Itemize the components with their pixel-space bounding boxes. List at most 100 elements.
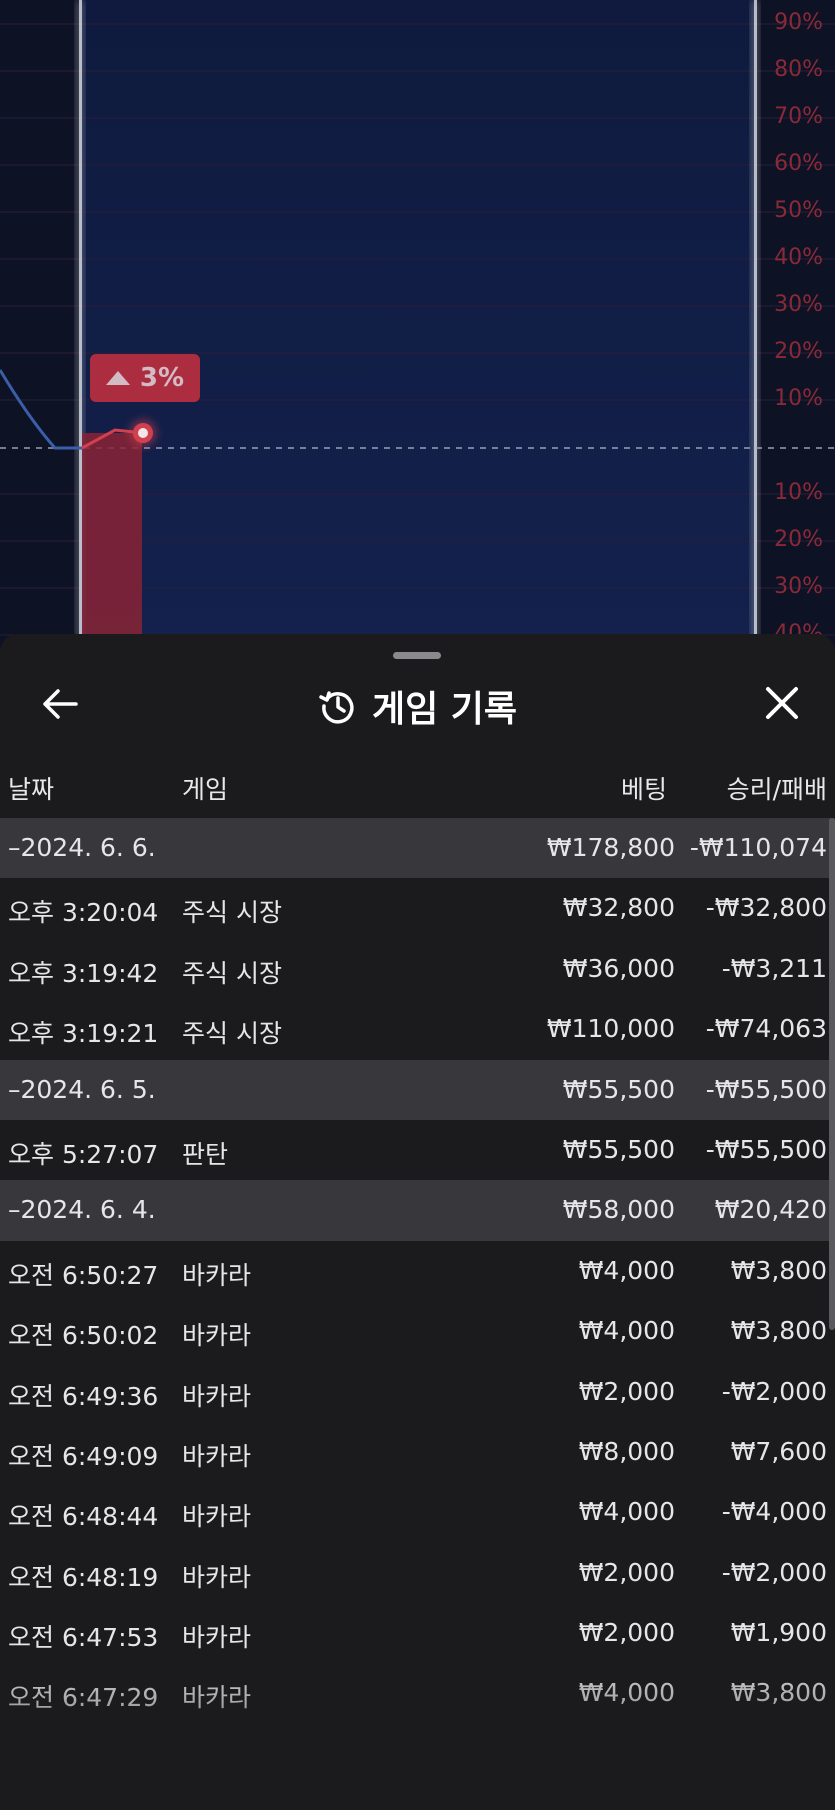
cell-game: 주식 시장 [182, 1019, 282, 1049]
cell-date: 오후 3:19:21 [8, 1019, 159, 1049]
cell-bet: ₩2,000 [578, 1618, 675, 1648]
close-button[interactable] [757, 678, 807, 728]
cell-bet: ₩4,000 [578, 1255, 675, 1285]
cell-result: -₩4,000 [721, 1497, 827, 1527]
cell-result: -₩2,000 [721, 1376, 827, 1406]
cell-bet: ₩178,800 [546, 833, 675, 862]
table-row[interactable]: 오전 6:49:36 바카라 ₩2,000 -₩2,000 [0, 1362, 835, 1422]
sheet-title-group: 게임 기록 [0, 664, 835, 748]
chart-panel [80, 0, 755, 650]
cell-bet: ₩55,500 [562, 1074, 675, 1104]
date-group-row[interactable]: –2024. 6. 5. ₩55,500 -₩55,500 [0, 1059, 835, 1120]
cell-game: 바카라 [182, 1683, 252, 1713]
percent-label: 20% [774, 527, 823, 552]
cell-game: 바카라 [182, 1562, 252, 1592]
cell-result: -₩55,500 [705, 1134, 827, 1164]
change-value: 3% [139, 363, 185, 393]
sheet-title: 게임 기록 [371, 689, 517, 730]
cell-bet: ₩110,000 [546, 1014, 675, 1044]
table-row[interactable]: 오후 5:27:07 판탄 ₩55,500 -₩55,500 [0, 1120, 835, 1180]
history-table[interactable]: –2024. 6. 6. ₩178,800 -₩110,074 오후 3:20:04 주… [0, 818, 835, 1724]
table-row[interactable]: 오후 3:20:04 주식 시장 ₩32,800 -₩32,800 [0, 878, 835, 938]
cell-bet: ₩2,000 [578, 1557, 675, 1587]
cell-date: 오후 5:27:07 [8, 1139, 159, 1169]
cell-game: 주식 시장 [182, 958, 282, 988]
percent-label: 40% [774, 245, 823, 270]
cell-result: -₩74,063 [705, 1014, 827, 1044]
cell-result: -₩110,074 [689, 833, 827, 862]
table-row[interactable]: 오전 6:48:44 바카라 ₩4,000 -₩4,000 [0, 1482, 835, 1542]
cell-game: 바카라 [182, 1441, 252, 1471]
percent-label: 20% [774, 339, 823, 364]
scrollbar[interactable] [829, 818, 835, 1330]
chart-canvas [0, 0, 835, 650]
cell-date: –2024. 6. 6. [8, 833, 156, 862]
cell-result: ₩1,900 [730, 1618, 827, 1648]
date-group-row[interactable]: –2024. 6. 4. ₩58,000 ₩20,420 [0, 1180, 835, 1241]
price-point-center [138, 428, 148, 438]
sheet-grabber[interactable] [393, 652, 441, 659]
percent-label: 30% [774, 292, 823, 317]
cell-date: 오전 6:47:53 [8, 1623, 159, 1653]
panel-right-edge-line [754, 0, 757, 650]
cell-result: ₩7,600 [730, 1436, 827, 1466]
column-header-date: 날짜 [8, 775, 55, 804]
cell-date: –2024. 6. 5. [8, 1074, 156, 1104]
cell-game: 바카라 [182, 1502, 252, 1532]
cell-bet: ₩4,000 [578, 1316, 675, 1346]
cell-bet: ₩4,000 [578, 1678, 675, 1708]
cell-date: –2024. 6. 4. [8, 1195, 156, 1225]
cell-game: 바카라 [182, 1623, 252, 1653]
cell-game: 주식 시장 [182, 898, 282, 928]
change-badge: 3% [90, 354, 200, 402]
cell-game: 바카라 [182, 1381, 252, 1411]
cell-bet: ₩8,000 [578, 1436, 675, 1466]
cell-date: 오후 3:20:04 [8, 898, 159, 928]
cell-result: ₩20,420 [714, 1195, 827, 1225]
percent-label: 10% [774, 480, 823, 505]
table-row[interactable]: 오전 6:47:53 바카라 ₩2,000 ₩1,900 [0, 1603, 835, 1663]
cell-bet: ₩4,000 [578, 1497, 675, 1527]
cell-result: ₩3,800 [730, 1255, 827, 1285]
cell-bet: ₩36,000 [562, 953, 675, 983]
table-row[interactable]: 오후 3:19:21 주식 시장 ₩110,000 -₩74,063 [0, 999, 835, 1059]
cell-date: 오전 6:50:27 [8, 1260, 159, 1290]
cell-date: 오전 6:47:29 [8, 1683, 159, 1713]
percent-label: 10% [774, 386, 823, 411]
column-header-result: 승리/패배 [726, 775, 827, 804]
cell-date: 오전 6:49:09 [8, 1441, 159, 1471]
sheet-header: 게임 기록 [0, 664, 835, 748]
table-row[interactable]: 오전 6:50:27 바카라 ₩4,000 ₩3,800 [0, 1241, 835, 1301]
percent-label: 60% [774, 151, 823, 176]
panel-left-edge-line [79, 0, 82, 650]
percent-label: 30% [774, 574, 823, 599]
history-icon [319, 691, 354, 724]
cell-result: -₩2,000 [721, 1557, 827, 1587]
cell-date: 오전 6:48:44 [8, 1502, 159, 1532]
date-group-row[interactable]: –2024. 6. 6. ₩178,800 -₩110,074 [0, 818, 835, 879]
game-history-sheet: 게임 기록 날짜 게임 베팅 승리/패배 –2024. 6. 6. ₩178,80… [0, 634, 835, 1810]
table-row[interactable]: 오전 6:47:29 바카라 ₩4,000 ₩3,800 [0, 1663, 835, 1723]
close-icon [766, 687, 798, 719]
table-row[interactable]: 오후 3:19:42 주식 시장 ₩36,000 -₩3,211 [0, 939, 835, 999]
cell-result: ₩3,800 [730, 1316, 827, 1346]
cell-result: -₩3,211 [721, 953, 827, 983]
cell-bet: ₩55,500 [562, 1134, 675, 1164]
table-row[interactable]: 오전 6:49:09 바카라 ₩8,000 ₩7,600 [0, 1422, 835, 1482]
percent-label: 70% [774, 104, 823, 129]
table-row[interactable]: 오전 6:50:02 바카라 ₩4,000 ₩3,800 [0, 1301, 835, 1361]
cell-bet: ₩2,000 [578, 1376, 675, 1406]
column-header-bet: 베팅 [620, 775, 667, 804]
cell-bet: ₩32,800 [562, 893, 675, 923]
cell-date: 오전 6:48:19 [8, 1562, 159, 1592]
column-header-game: 게임 [182, 775, 229, 804]
cell-date: 오전 6:49:36 [8, 1381, 159, 1411]
cell-result: ₩3,800 [730, 1678, 827, 1708]
table-row[interactable]: 오전 6:48:19 바카라 ₩2,000 -₩2,000 [0, 1543, 835, 1603]
percent-label: 80% [774, 57, 823, 82]
arrow-up-icon [105, 371, 130, 385]
cell-result: -₩32,800 [705, 893, 827, 923]
percent-label: 90% [774, 10, 823, 35]
cell-result: -₩55,500 [705, 1074, 827, 1104]
percent-label: 50% [774, 198, 823, 223]
